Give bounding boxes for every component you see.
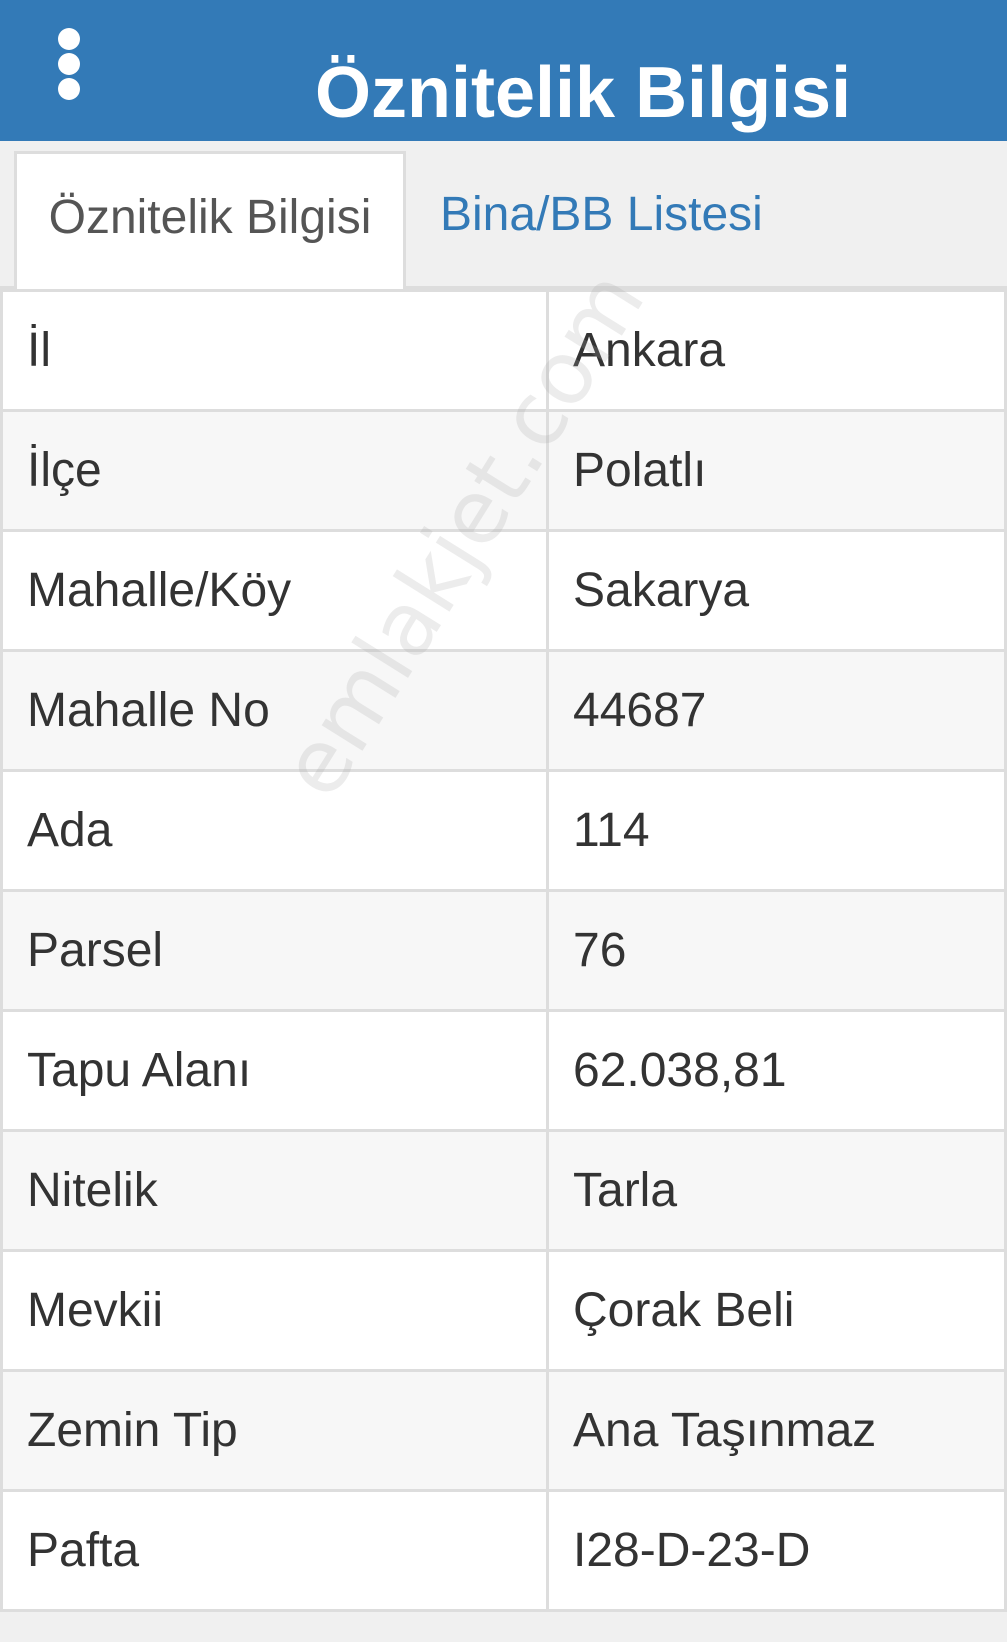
row-value: 76: [546, 889, 1007, 1012]
table-row: Nitelik Tarla: [0, 1129, 1007, 1252]
more-vertical-icon[interactable]: [58, 28, 82, 100]
table-row: İl Ankara: [0, 289, 1007, 412]
tab-bina-bb-listesi[interactable]: Bina/BB Listesi: [440, 151, 763, 289]
row-label: Zemin Tip: [0, 1369, 549, 1492]
row-label: Ada: [0, 769, 549, 892]
table-row: Mahalle No 44687: [0, 649, 1007, 772]
row-label: Parsel: [0, 889, 549, 1012]
row-value: 114: [546, 769, 1007, 892]
page-title: Öznitelik Bilgisi: [315, 53, 852, 133]
app-header: Öznitelik Bilgisi: [0, 0, 1007, 141]
table-row: Zemin Tip Ana Taşınmaz: [0, 1369, 1007, 1492]
table-row: Ada 114: [0, 769, 1007, 892]
table-row: Mahalle/Köy Sakarya: [0, 529, 1007, 652]
row-value: Çorak Beli: [546, 1249, 1007, 1372]
row-value: Tarla: [546, 1129, 1007, 1252]
attribute-table: İl Ankara İlçe Polatlı Mahalle/Köy Sakar…: [0, 289, 1007, 1612]
row-value: I28-D-23-D: [546, 1489, 1007, 1612]
row-label: Mahalle/Köy: [0, 529, 549, 652]
row-value: Ankara: [546, 289, 1007, 412]
row-label: Pafta: [0, 1489, 549, 1612]
table-row: Tapu Alanı 62.038,81: [0, 1009, 1007, 1132]
row-label: İlçe: [0, 409, 549, 532]
row-value: Ana Taşınmaz: [546, 1369, 1007, 1492]
table-row: Mevkii Çorak Beli: [0, 1249, 1007, 1372]
row-label: İl: [0, 289, 549, 412]
row-label: Tapu Alanı: [0, 1009, 549, 1132]
row-value: Sakarya: [546, 529, 1007, 652]
row-value: 62.038,81: [546, 1009, 1007, 1132]
row-value: Polatlı: [546, 409, 1007, 532]
table-row: Parsel 76: [0, 889, 1007, 1012]
row-label: Mahalle No: [0, 649, 549, 772]
row-value: 44687: [546, 649, 1007, 772]
row-label: Nitelik: [0, 1129, 549, 1252]
tab-oznitelik-bilgisi[interactable]: Öznitelik Bilgisi: [14, 151, 406, 292]
row-label: Mevkii: [0, 1249, 549, 1372]
table-row: Pafta I28-D-23-D: [0, 1489, 1007, 1612]
table-row: İlçe Polatlı: [0, 409, 1007, 532]
tab-bar: Öznitelik Bilgisi Bina/BB Listesi: [0, 141, 1007, 292]
